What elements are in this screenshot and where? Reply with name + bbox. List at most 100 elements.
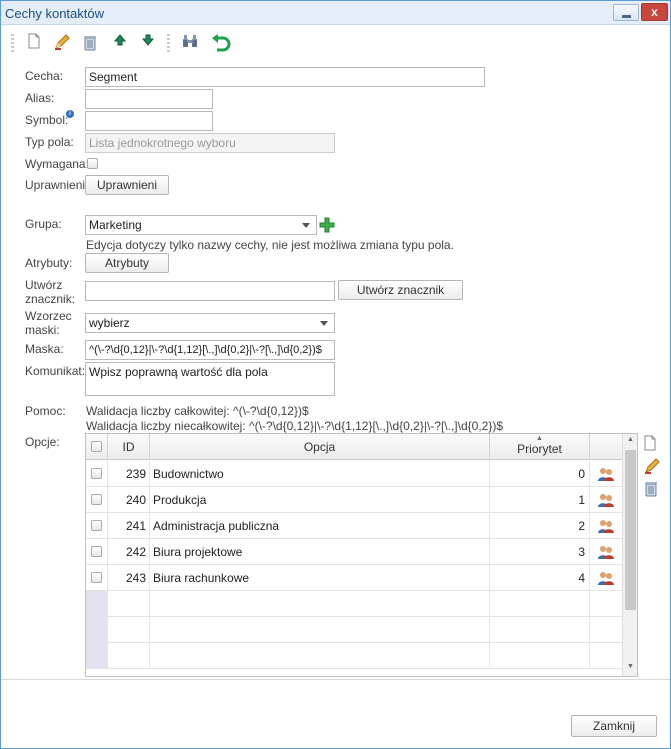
empty-row [86,643,622,669]
undo-arrow-icon[interactable] [209,33,233,53]
add-plus-icon[interactable] [318,216,336,234]
move-down-arrow-icon[interactable] [139,33,157,53]
empty-cell [590,617,622,643]
opcje-grid: ID Opcja ▲ Priorytet 239 Budownictwo 0 240 P… [85,433,638,677]
row-permissions-icon[interactable] [590,539,622,565]
new-page-icon[interactable] [25,33,43,53]
row-select-cell[interactable] [86,565,108,591]
table-row[interactable]: 241 Administracja publiczna 2 [86,513,622,539]
table-row[interactable]: 240 Produkcja 1 [86,487,622,513]
dialog-window: Cechy kontaktów x Cecha: Segment Alias: … [0,0,671,749]
empty-cell [590,591,622,617]
header-id[interactable]: ID [108,434,150,460]
typ-pola-input: Lista jednokrotnego wyboru [85,133,335,153]
select-all-checkbox[interactable] [91,441,102,452]
empty-cell [490,591,590,617]
typ-pola-label: Typ pola: [25,135,74,149]
empty-row [86,591,622,617]
minimize-button[interactable] [613,4,639,21]
row-checkbox[interactable] [91,546,102,557]
grid-new-icon[interactable] [643,435,659,453]
empty-cell [108,617,150,643]
table-row[interactable]: 242 Biura projektowe 3 [86,539,622,565]
close-button[interactable]: x [641,3,668,21]
row-checkbox[interactable] [91,520,102,531]
wymagana-label: Wymagana: [25,157,89,171]
title-bar[interactable]: Cechy kontaktów x [1,1,670,25]
toolbar-grip [11,34,14,52]
row-permissions-icon[interactable] [590,487,622,513]
cecha-input[interactable]: Segment [85,67,485,87]
empty-cell [490,643,590,669]
header-opcja[interactable]: Opcja [150,434,490,460]
row-select-cell[interactable] [86,513,108,539]
table-row[interactable]: 243 Biura rachunkowe 4 [86,565,622,591]
komunikat-textarea[interactable]: Wpisz poprawną wartość dla pola [85,362,335,396]
empty-row [86,617,622,643]
utworz-znacznik-label-1: Utwórz [25,278,63,292]
maska-input[interactable]: ^(\-?\d{0,12}|\-?\d{1,12}[\.,]\d{0,2}|\-… [85,340,335,360]
header-priorytet-label: Priorytet [517,442,562,456]
row-id: 240 [108,487,150,513]
empty-select-cell [86,617,108,643]
info-icon[interactable]: i [66,110,74,118]
binoculars-icon[interactable] [181,33,199,53]
atrybuty-label: Atrybuty: [25,256,73,270]
toolbar [9,31,309,57]
pomoc-help-line-2: Walidacja liczby niecałkowitej: ^(\-?\d{… [86,419,503,433]
row-id: 242 [108,539,150,565]
scroll-down-icon[interactable]: ▼ [627,663,634,670]
scroll-up-icon[interactable]: ▲ [627,436,634,443]
header-select-all[interactable] [86,434,108,460]
row-opcja: Biura projektowe [150,539,490,565]
grid-header: ID Opcja ▲ Priorytet [86,434,622,460]
empty-cell [490,617,590,643]
utworz-znacznik-button[interactable]: Utwórz znacznik [338,280,463,300]
row-id: 243 [108,565,150,591]
row-permissions-icon[interactable] [590,565,622,591]
row-permissions-icon[interactable] [590,461,622,487]
symbol-label: Symbol: [25,113,69,127]
row-priorytet: 3 [490,539,590,565]
grid-edit-icon[interactable] [643,457,661,475]
grupa-select-value: Marketing [89,218,142,232]
komunikat-label: Komunikat: [25,364,86,378]
scrollbar-thumb[interactable] [625,450,636,610]
grupa-select[interactable]: Marketing [85,215,317,235]
row-select-cell[interactable] [86,461,108,487]
cecha-label: Cecha: [25,69,64,83]
grid-scrollbar[interactable]: ▲ ▼ [622,434,637,676]
grid-delete-icon[interactable] [643,479,659,497]
empty-cell [150,591,490,617]
row-opcja: Biura rachunkowe [150,565,490,591]
row-opcja: Administracja publiczna [150,513,490,539]
window-title: Cechy kontaktów [5,6,104,21]
atrybuty-button[interactable]: Atrybuty [85,253,169,273]
row-select-cell[interactable] [86,539,108,565]
empty-select-cell [86,591,108,617]
row-checkbox[interactable] [91,468,102,479]
edit-pencil-icon[interactable] [53,33,71,53]
header-actions [590,434,622,460]
empty-cell [108,591,150,617]
delete-trash-icon[interactable] [81,33,99,53]
row-priorytet: 4 [490,565,590,591]
wymagana-checkbox[interactable] [87,158,98,169]
row-permissions-icon[interactable] [590,513,622,539]
wzorzec-maski-select[interactable]: wybierz [85,313,335,333]
header-priorytet[interactable]: ▲ Priorytet [490,434,590,460]
uprawnieni-button[interactable]: Uprawnieni [85,175,169,195]
row-checkbox[interactable] [91,572,102,583]
zamknij-button[interactable]: Zamknij [571,715,657,737]
symbol-input[interactable] [85,111,213,131]
znacznik-input[interactable] [85,281,335,301]
move-up-arrow-icon[interactable] [111,33,129,53]
row-checkbox[interactable] [91,494,102,505]
chevron-down-icon [302,223,310,228]
footer-divider [1,679,670,680]
utworz-znacznik-label-2: znacznik: [25,292,76,306]
row-select-cell[interactable] [86,487,108,513]
alias-input[interactable] [85,89,213,109]
row-priorytet: 2 [490,513,590,539]
table-row[interactable]: 239 Budownictwo 0 [86,461,622,487]
